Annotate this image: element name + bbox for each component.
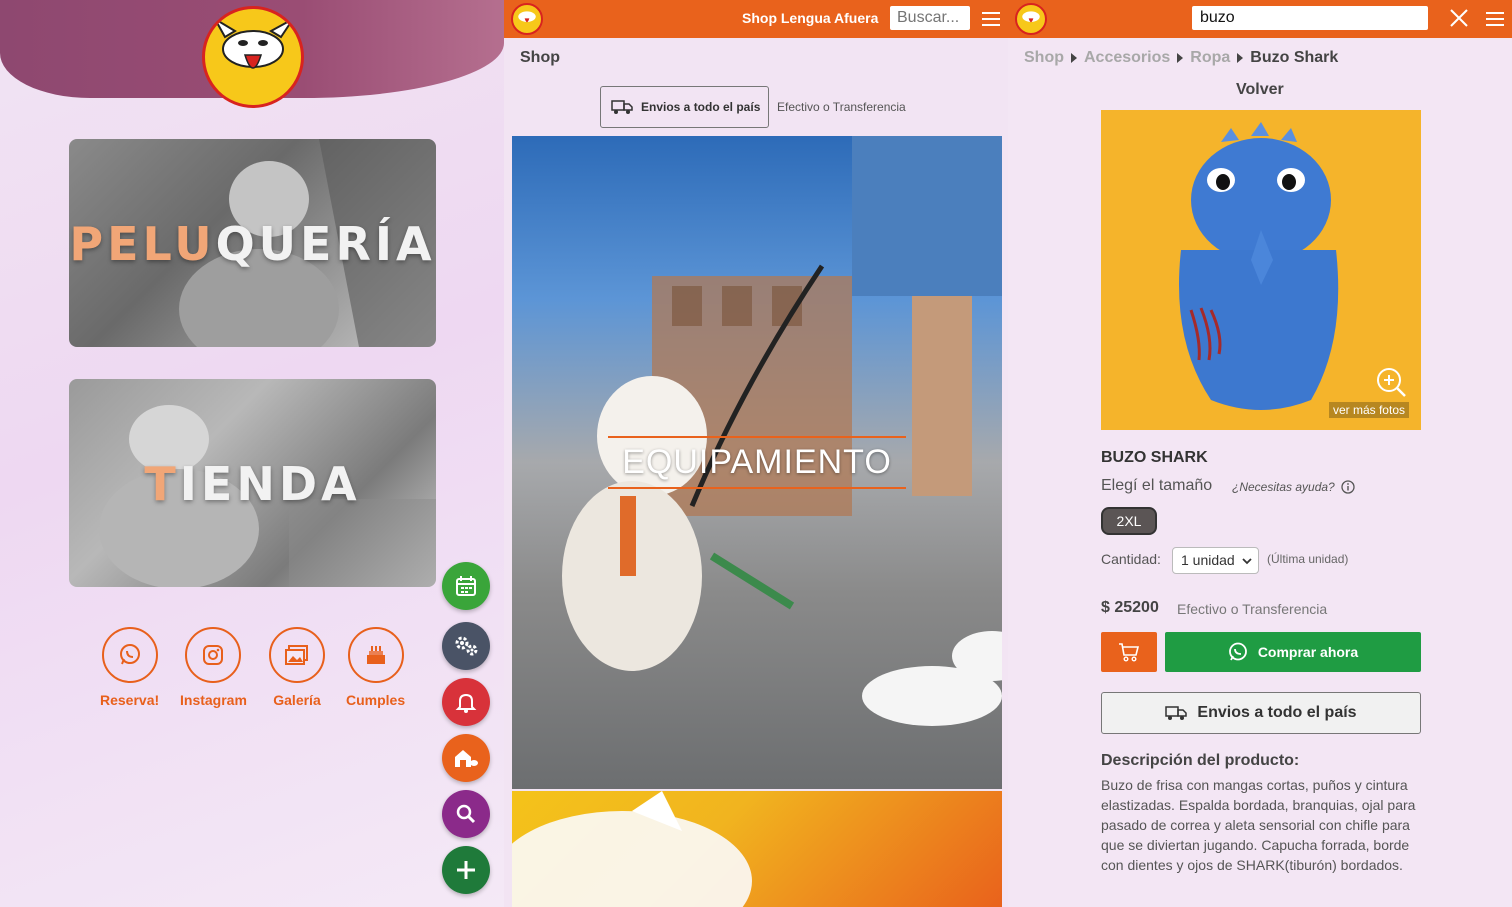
product-name: BUZO SHARK [1101, 449, 1208, 466]
gallery-icon[interactable] [269, 627, 325, 683]
quantity-label: Cantidad: [1101, 551, 1161, 567]
social-reserva[interactable]: Reserva! [100, 627, 159, 708]
social-label: Reserva! [100, 692, 160, 708]
category-label: EQUIPAMIENTO [608, 436, 906, 489]
shipping-button[interactable]: Envios a todo el país [600, 86, 769, 128]
product-image[interactable]: ver más fotos [1101, 110, 1421, 430]
tienda-card[interactable]: TIENDA [69, 379, 436, 587]
peluqueria-label: PELUQUERÍA [69, 217, 436, 271]
description-title: Descripción del producto: [1101, 752, 1300, 769]
close-icon[interactable] [1450, 9, 1468, 27]
menu-icon[interactable] [1486, 12, 1504, 26]
menu-icon[interactable] [982, 12, 1000, 26]
social-galeria[interactable]: Galería [269, 627, 325, 708]
breadcrumb-accesorios[interactable]: Accesorios [1084, 49, 1170, 67]
whatsapp-icon[interactable] [101, 627, 158, 683]
product-search-input[interactable] [1192, 6, 1428, 30]
add-to-cart-button[interactable] [1101, 632, 1157, 672]
shark-hoodie-photo [1179, 122, 1406, 410]
whatsapp-icon [1228, 642, 1247, 661]
shipping-label: Envios a todo el país [641, 100, 761, 114]
social-label: Instagram [180, 692, 247, 708]
info-icon [1341, 480, 1355, 494]
gears-icon [455, 636, 478, 656]
settings-button[interactable] [442, 622, 490, 670]
breadcrumb: Shop Accesorios Ropa Buzo Shark [1024, 49, 1338, 67]
payment-text: Efectivo o Transferencia [777, 100, 906, 114]
dog-house-icon [455, 750, 478, 767]
bell-icon [455, 693, 477, 713]
search-button[interactable] [442, 790, 490, 838]
next-category-banner[interactable] [512, 791, 1002, 907]
shipping-label: Envios a todo el país [1197, 704, 1357, 721]
social-cumples[interactable]: Cumples [346, 627, 405, 708]
social-instagram[interactable]: Instagram [180, 627, 247, 708]
description-text: Buzo de frisa con mangas cortas, puños y… [1101, 777, 1416, 873]
shop-topbar: Shop Lengua Afuera [504, 0, 1008, 38]
shipping-button[interactable]: Envios a todo el país [1101, 692, 1421, 734]
instagram-icon[interactable] [185, 627, 242, 683]
product-topbar [1008, 0, 1512, 38]
social-label: Cumples [346, 692, 406, 708]
breadcrumb-ropa[interactable]: Ropa [1190, 49, 1230, 67]
size-label: Elegí el tamaño [1101, 477, 1213, 494]
peluqueria-card[interactable]: PELUQUERÍA [69, 139, 436, 347]
more-photos-label[interactable]: ver más fotos [1328, 402, 1409, 418]
quantity-select[interactable]: 1 unidad [1172, 547, 1259, 574]
add-button[interactable] [442, 846, 490, 894]
product-price: $ 25200 [1101, 599, 1159, 616]
plus-icon [457, 861, 475, 879]
notifications-button[interactable] [442, 678, 490, 726]
cake-icon[interactable] [347, 627, 404, 683]
back-link[interactable]: Volver [1236, 81, 1284, 99]
size-help-label: ¿Necesitas ayuda? [1232, 480, 1335, 494]
breadcrumb-current: Buzo Shark [1250, 49, 1339, 66]
page-title: Shop [520, 49, 560, 66]
shop-header-title[interactable]: Shop Lengua Afuera [742, 10, 878, 26]
logo-photo [512, 791, 752, 907]
breadcrumb-shop[interactable]: Shop [1024, 49, 1064, 67]
tienda-label: TIENDA [144, 457, 361, 511]
quantity-value: 1 unidad [1181, 552, 1235, 568]
equipamiento-banner[interactable]: EQUIPAMIENTO [512, 136, 1002, 789]
calendar-button[interactable] [442, 562, 490, 610]
buy-now-label: Comprar ahora [1257, 644, 1359, 660]
price-note: Efectivo o Transferencia [1177, 601, 1328, 617]
calendar-icon [456, 576, 476, 596]
social-label: Galería [273, 692, 321, 708]
breadcrumb-separator [1071, 53, 1077, 63]
breadcrumb-separator [1177, 53, 1184, 63]
chevron-down-icon [1242, 558, 1252, 565]
pets-button[interactable] [442, 734, 490, 782]
lengua-afuera-logo[interactable] [1015, 3, 1047, 35]
shop-search-input[interactable] [890, 6, 970, 30]
size-option-2xl[interactable]: 2XL [1101, 507, 1157, 535]
buy-now-button[interactable]: Comprar ahora [1165, 632, 1421, 672]
cart-icon [1119, 643, 1140, 662]
truck-icon [611, 100, 633, 114]
product-panel: Shop Accesorios Ropa Buzo Shark Volver [1008, 0, 1512, 907]
truck-icon [1165, 706, 1188, 720]
breadcrumb-separator [1237, 53, 1244, 63]
lengua-afuera-logo[interactable] [202, 6, 304, 108]
quantity-note: (Última unidad) [1267, 552, 1349, 566]
search-icon [456, 804, 476, 824]
lengua-afuera-logo[interactable] [511, 3, 543, 35]
shop-panel: Shop Lengua Afuera Shop Envios a todo el… [504, 0, 1008, 907]
size-help-link[interactable]: ¿Necesitas ayuda? [1232, 480, 1355, 494]
home-panel: PELUQUERÍA TIENDA Reserva! Instagram Gal… [0, 0, 504, 907]
